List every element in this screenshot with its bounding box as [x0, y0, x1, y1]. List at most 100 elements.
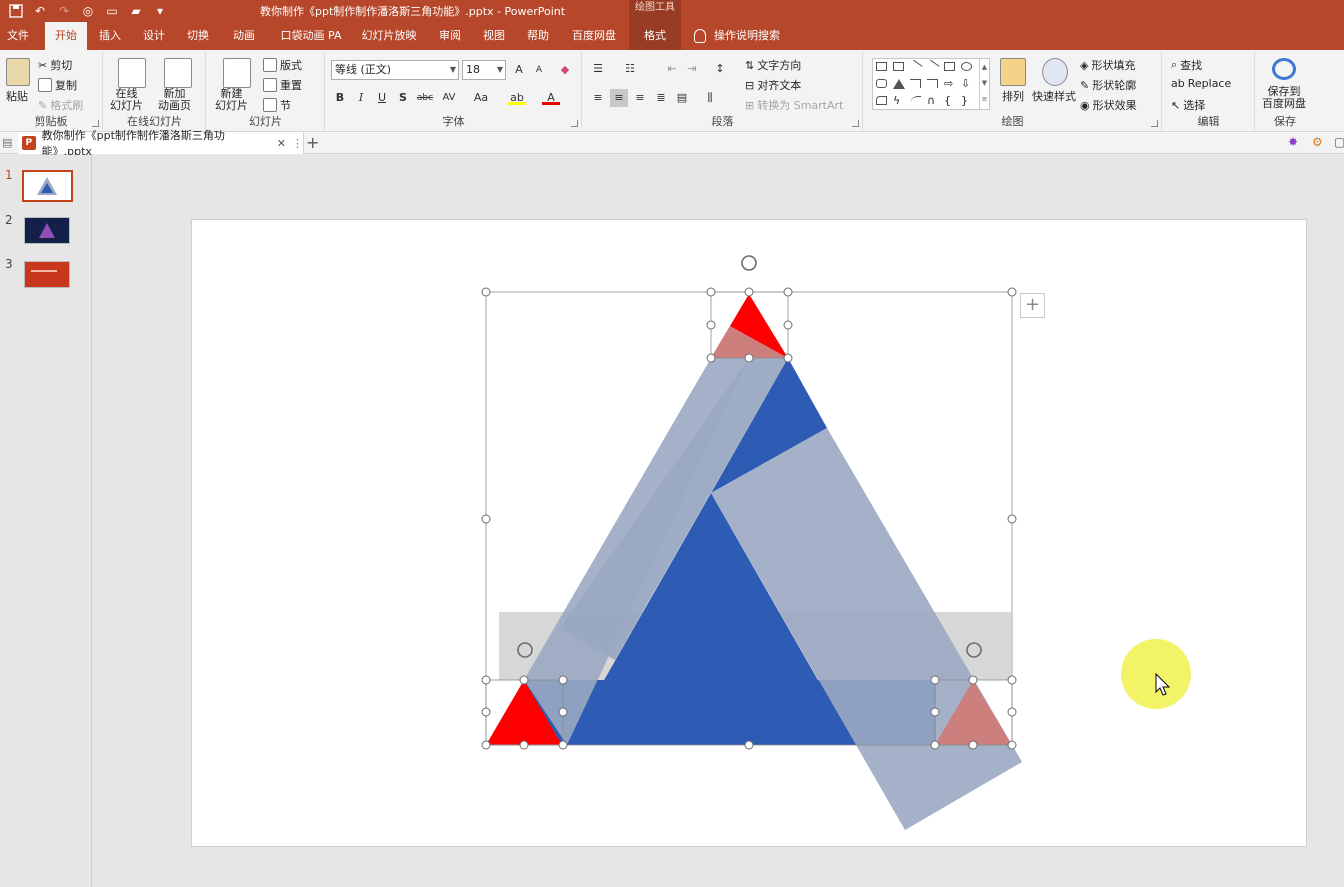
more-options-icon[interactable]: ⋮	[292, 137, 303, 150]
clipboard-launcher-icon[interactable]	[92, 120, 99, 127]
section-button[interactable]: 节	[263, 97, 291, 113]
font-color-icon[interactable]: A	[542, 89, 560, 105]
right-arrow-shape-icon[interactable]: ⇨	[944, 78, 955, 89]
oval-shape-icon[interactable]	[961, 62, 972, 71]
clear-format-icon[interactable]: ◆	[556, 61, 574, 79]
tell-me-search[interactable]: 操作说明搜索	[694, 22, 780, 50]
strikethrough-button[interactable]: abc	[414, 89, 436, 107]
undo-icon[interactable]: ↶	[30, 2, 50, 20]
tab-file[interactable]: 文件	[0, 22, 36, 50]
curve-shape-icon[interactable]: ∩	[927, 95, 938, 106]
text-direction-button[interactable]: ⇅ 文字方向	[745, 57, 801, 73]
tool-icon[interactable]: ✸	[1288, 135, 1298, 149]
cut-button[interactable]: ✂ 剪切	[38, 57, 72, 73]
tab-insert[interactable]: 插入	[92, 22, 128, 50]
brace-left-shape-icon[interactable]: {	[944, 95, 955, 106]
quick-styles-button[interactable]: 快速样式	[1032, 88, 1076, 104]
line-shape-icon[interactable]	[908, 59, 923, 74]
elbow-shape-icon[interactable]	[927, 79, 938, 88]
change-case-button[interactable]: Aa	[470, 89, 492, 107]
brace-right-shape-icon[interactable]: }	[961, 95, 972, 106]
layout-options-plus-icon[interactable]: +	[1020, 293, 1045, 318]
save-to-baidu-button[interactable]: 保存到 百度网盘	[1262, 86, 1306, 110]
bold-button[interactable]: B	[331, 89, 349, 107]
connector-shape-icon[interactable]	[910, 79, 921, 88]
gallery-scroll-icon[interactable]: ▲ ▼ ≡	[979, 59, 989, 109]
copy-button[interactable]: 复制	[38, 77, 77, 93]
grow-font-button[interactable]: A	[510, 61, 528, 79]
drawing-launcher-icon[interactable]	[1151, 120, 1158, 127]
tab-list-icon[interactable]: ▤	[2, 136, 12, 149]
shape-effects-button[interactable]: ◉ 形状效果	[1080, 97, 1137, 113]
gear-icon[interactable]: ⚙	[1312, 135, 1323, 149]
window-icon[interactable]: ▢	[1334, 135, 1344, 149]
customize-icon[interactable]: ▾	[150, 2, 170, 20]
replace-button[interactable]: ab Replace	[1171, 77, 1231, 90]
close-tab-icon[interactable]: ✕	[277, 137, 286, 150]
bullets-icon[interactable]: ☰	[589, 60, 607, 78]
increase-indent-icon[interactable]: ⇥	[683, 60, 701, 78]
italic-button[interactable]: I	[352, 89, 370, 107]
rounded-rect-shape-icon[interactable]	[876, 79, 887, 88]
tab-transitions[interactable]: 切换	[180, 22, 216, 50]
shape-fill-button[interactable]: ◈ 形状填充	[1080, 57, 1135, 73]
slideshow-icon[interactable]: ◎	[78, 2, 98, 20]
new-file-icon[interactable]: ▭	[102, 2, 122, 20]
align-left-icon[interactable]: ≡	[589, 89, 607, 107]
shapes-gallery[interactable]: ⇨ ⇩ ϟ ∩ { } ▲ ▼ ≡	[872, 58, 990, 110]
vertical-textbox-shape-icon[interactable]	[893, 62, 904, 71]
char-spacing-button[interactable]: AV	[438, 89, 460, 107]
thumbnail-slide-3[interactable]	[24, 261, 70, 288]
tab-home[interactable]: 开始	[45, 22, 87, 50]
new-tab-icon[interactable]: +	[306, 134, 319, 152]
triangle-shape-icon[interactable]	[893, 79, 905, 89]
arrange-button[interactable]: 排列	[1002, 88, 1024, 104]
textbox-shape-icon[interactable]	[876, 62, 887, 71]
lightning-shape-icon[interactable]: ϟ	[893, 95, 904, 106]
numbering-icon[interactable]: ☷	[621, 60, 639, 78]
paste-icon[interactable]	[6, 58, 30, 86]
align-center-icon[interactable]: ≡	[610, 89, 628, 107]
shape-outline-button[interactable]: ✎ 形状轮廓	[1080, 77, 1136, 93]
redo-icon[interactable]: ↷	[54, 2, 74, 20]
find-button[interactable]: ⌕ 查找	[1171, 57, 1202, 73]
align-text-button[interactable]: ⊟ 对齐文本	[745, 77, 801, 93]
smartart-button[interactable]: ⊞ 转换为 SmartArt	[745, 97, 843, 113]
tab-baidu-netdisk[interactable]: 百度网盘	[565, 22, 623, 50]
flowchart-shape-icon[interactable]	[876, 96, 887, 105]
down-arrow-shape-icon[interactable]: ⇩	[961, 78, 972, 89]
tab-pocket-animation[interactable]: 口袋动画 PA	[274, 22, 348, 50]
format-painter-button[interactable]: ✎ 格式刷	[38, 97, 83, 113]
columns-icon[interactable]: ⫼	[701, 89, 719, 107]
tab-design[interactable]: 设计	[136, 22, 172, 50]
shrink-font-button[interactable]: A	[530, 61, 548, 79]
font-size-combo[interactable]: 18 ▼	[462, 60, 506, 80]
justify-icon[interactable]: ≣	[652, 89, 670, 107]
paragraph-launcher-icon[interactable]	[852, 120, 859, 127]
thumbnail-slide-2[interactable]	[24, 217, 70, 244]
distributed-icon[interactable]: ▤	[673, 89, 691, 107]
reset-button[interactable]: 重置	[263, 77, 302, 93]
tab-format[interactable]: 格式	[629, 22, 681, 50]
highlight-icon[interactable]: ab	[508, 89, 526, 105]
layout-button[interactable]: 版式	[263, 57, 302, 73]
tab-animations[interactable]: 动画	[226, 22, 262, 50]
decrease-indent-icon[interactable]: ⇤	[663, 60, 681, 78]
tab-help[interactable]: 帮助	[520, 22, 556, 50]
thumbnail-slide-1[interactable]	[22, 170, 73, 202]
rectangle-shape-icon[interactable]	[944, 62, 955, 71]
quick-styles-icon[interactable]	[1042, 58, 1068, 86]
font-name-combo[interactable]: 等线 (正文) ▼	[331, 60, 459, 80]
slide-canvas[interactable]	[191, 219, 1307, 847]
shadow-button[interactable]: S	[394, 89, 412, 107]
online-slides-button[interactable]: 在线 幻灯片	[110, 88, 143, 112]
new-slide-button[interactable]: 新建 幻灯片	[215, 88, 248, 112]
select-button[interactable]: ↖ 选择	[1171, 97, 1205, 113]
font-launcher-icon[interactable]	[571, 120, 578, 127]
paste-button[interactable]: 粘贴	[6, 88, 28, 104]
baidu-cloud-icon[interactable]	[1272, 58, 1296, 80]
online-slides-icon[interactable]	[118, 58, 146, 88]
add-animation-page-button[interactable]: 新加 动画页	[158, 88, 191, 112]
open-folder-icon[interactable]: ▰	[126, 2, 146, 20]
new-slide-icon[interactable]	[223, 58, 251, 88]
